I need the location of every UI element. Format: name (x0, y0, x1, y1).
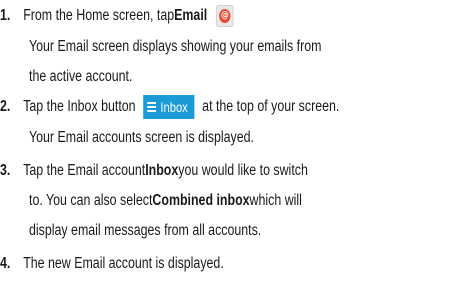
step-3-continuation-1: display email messages from all accounts… (29, 222, 262, 239)
step-1-continuation-2: the active account. (29, 68, 133, 85)
step-2-line-1: 2. Tap the Inbox button Inbox at the top… (0, 93, 339, 121)
step-2-continuation-1: Your Email accounts screen is displayed. (29, 129, 254, 146)
email-at-glyph: @ (219, 9, 231, 23)
step-3-text-post: you would like to switch (178, 162, 308, 179)
step-4-number: 4. (0, 255, 11, 272)
step-3-text-pre: Tap the Email account (23, 162, 146, 179)
step-4-line-1: 4. The new Email account is displayed. (0, 250, 224, 278)
inbox-button: Inbox (143, 95, 195, 119)
step-3-number: 3. (0, 162, 11, 179)
step-3-line-2-bold: Combined inbox (152, 192, 250, 209)
step-3-line-2-post: which will (249, 192, 302, 209)
step-3-line-2: to. You can also select Combined inbox w… (29, 187, 302, 215)
step-2-text-post: at the top of your screen. (202, 98, 340, 115)
instruction-page: 1. From the Home screen, tap Email @ You… (0, 0, 472, 286)
step-3-line-2-pre: to. You can also select (29, 192, 153, 209)
step-1-number: 1. (0, 7, 11, 24)
step-2-text-pre: Tap the Inbox button (23, 98, 136, 115)
step-1-continuation-1: Your Email screen displays showing your … (29, 38, 322, 55)
step-3-text-bold: Inbox (145, 162, 179, 179)
step-1-line-1: 1. From the Home screen, tap Email @ (0, 2, 234, 30)
email-app-icon: @ (216, 5, 234, 27)
step-4-text: The new Email account is displayed. (23, 255, 224, 272)
inbox-button-label: Inbox (160, 99, 188, 115)
step-1-text-bold: Email (174, 7, 208, 24)
menu-icon (147, 102, 157, 112)
step-2-number: 2. (0, 98, 11, 115)
step-1-text-pre: From the Home screen, tap (23, 7, 175, 24)
step-3-line-1: 3. Tap the Email account Inbox you would… (0, 157, 308, 185)
